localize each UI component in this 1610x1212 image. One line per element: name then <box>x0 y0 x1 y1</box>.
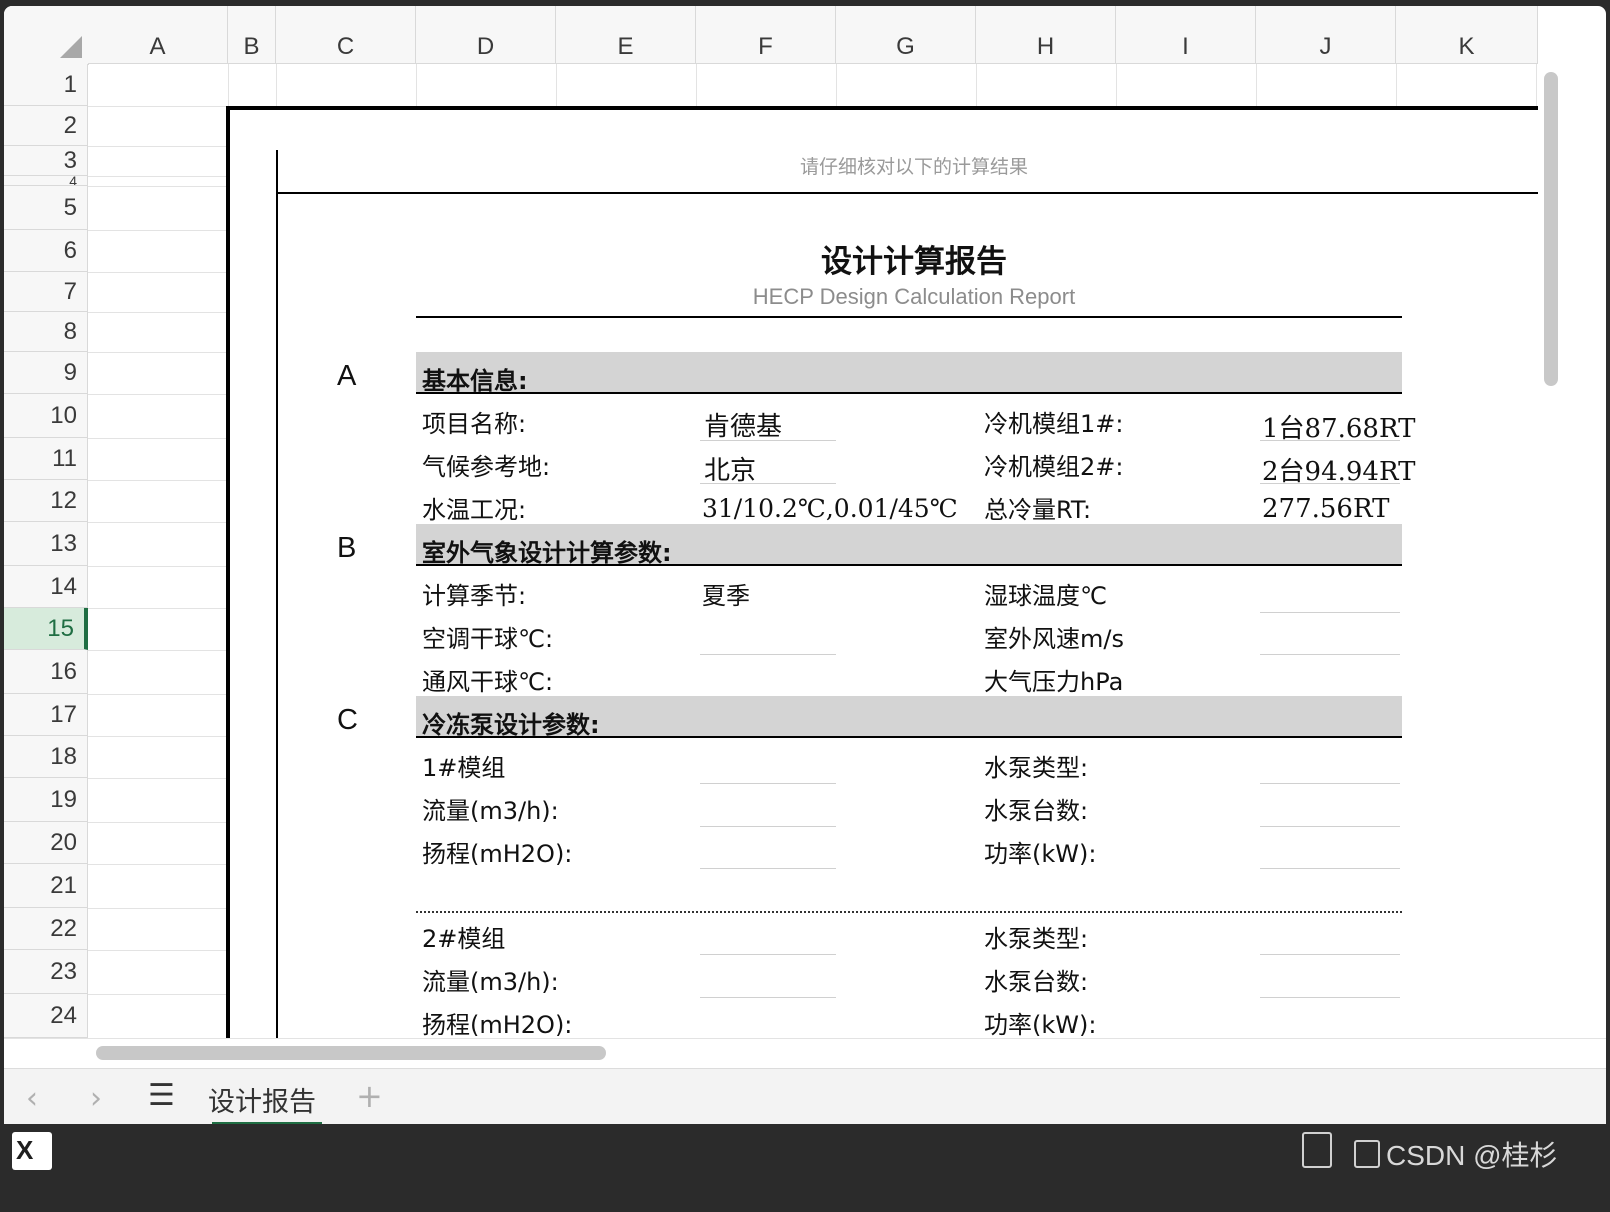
column-header-d[interactable]: D <box>416 6 556 64</box>
season-value[interactable]: 夏季 <box>702 576 750 611</box>
section-a-title: 基本信息: <box>422 367 528 395</box>
climate-label: 气候参考地: <box>422 453 551 481</box>
module2-label: 2#模组 <box>422 925 506 953</box>
report-title: 设计计算报告 <box>821 244 1007 280</box>
row-header-20[interactable]: 20 <box>4 822 88 864</box>
row-header-8[interactable]: 8 <box>4 312 88 352</box>
wind-speed-label: 室外风速m/s <box>984 625 1124 653</box>
document-download-icon[interactable] <box>1302 1132 1332 1168</box>
project-name-value[interactable]: 肯德基 <box>704 406 782 443</box>
section-a-letter: A <box>337 360 357 392</box>
taskbar <box>0 1124 1610 1212</box>
column-header-j[interactable]: J <box>1256 6 1396 64</box>
chevron-left-icon[interactable]: ‹ <box>26 1081 38 1116</box>
section-c-letter: C <box>337 704 358 736</box>
verification-hint: 请仔细核对以下的计算结果 <box>799 156 1028 178</box>
row-header-22[interactable]: 22 <box>4 908 88 950</box>
module1-label: 1#模组 <box>422 754 506 782</box>
water-temp-value[interactable]: 31/10.2℃,0.01/45℃ <box>702 494 958 523</box>
row-header-13[interactable]: 13 <box>4 522 88 566</box>
row-header-12[interactable]: 12 <box>4 480 88 522</box>
module1-flow-label: 流量(m3/h): <box>422 797 559 825</box>
row-header-19[interactable]: 19 <box>4 778 88 822</box>
module2-power-label: 功率(kW): <box>984 1011 1097 1039</box>
title-divider <box>416 316 1402 318</box>
column-header-a[interactable]: A <box>88 6 228 64</box>
section-b-letter: B <box>337 532 357 564</box>
row-header-16[interactable]: 16 <box>4 650 88 694</box>
module2-head-label: 扬程(mH2O): <box>422 1011 573 1039</box>
total-cooling-label: 总冷量RT: <box>984 496 1092 524</box>
row-header-21[interactable]: 21 <box>4 864 88 908</box>
chevron-right-icon[interactable]: › <box>90 1081 102 1116</box>
ac-dry-bulb-label: 空调干球℃: <box>422 625 554 653</box>
select-all-corner[interactable] <box>4 6 89 65</box>
excel-icon[interactable]: X <box>12 1132 52 1170</box>
row-header-17[interactable]: 17 <box>4 694 88 736</box>
column-header-e[interactable]: E <box>556 6 696 64</box>
climate-value[interactable]: 北京 <box>704 450 756 487</box>
row-header-9[interactable]: 9 <box>4 352 88 394</box>
total-cooling-value[interactable]: 277.56RT <box>1262 494 1389 524</box>
pressure-label: 大气压力hPa <box>984 668 1124 696</box>
season-label: 计算季节: <box>422 582 527 610</box>
chiller2-label: 冷机模组2#: <box>984 453 1124 481</box>
module2-pump-type-label: 水泵类型: <box>984 925 1089 953</box>
module1-pump-count-label: 水泵台数: <box>984 797 1089 825</box>
column-header-i[interactable]: I <box>1116 6 1256 64</box>
column-header-k[interactable]: K <box>1396 6 1538 64</box>
row-header-1[interactable]: 1 <box>4 64 88 106</box>
row-header-23[interactable]: 23 <box>4 950 88 994</box>
row-header-11[interactable]: 11 <box>4 438 88 480</box>
plus-icon[interactable]: + <box>356 1077 383 1115</box>
column-header-f[interactable]: F <box>696 6 836 64</box>
row-header-5[interactable]: 5 <box>4 186 88 230</box>
vertical-scroll-thumb[interactable] <box>1544 72 1558 386</box>
module2-pump-count-label: 水泵台数: <box>984 968 1089 996</box>
column-header-b[interactable]: B <box>228 6 276 64</box>
row-header-24[interactable]: 24 <box>4 994 88 1038</box>
column-header-c[interactable]: C <box>276 6 416 64</box>
row-header-10[interactable]: 10 <box>4 394 88 438</box>
module1-pump-type-label: 水泵类型: <box>984 754 1089 782</box>
row-header-2[interactable]: 2 <box>4 106 88 146</box>
water-temp-label: 水温工况: <box>422 496 527 524</box>
vent-dry-bulb-label: 通风干球℃: <box>422 668 554 696</box>
chiller1-label: 冷机模组1#: <box>984 410 1124 438</box>
module1-head-label: 扬程(mH2O): <box>422 840 573 868</box>
row-header-3[interactable]: 3 <box>4 146 88 176</box>
section-b-title: 室外气象设计计算参数: <box>422 539 672 567</box>
copy-icon[interactable] <box>1354 1140 1380 1168</box>
column-header-g[interactable]: G <box>836 6 976 64</box>
spreadsheet-window: A B C D E F G H I J K 1 2 3 4 5 6 7 8 9 … <box>4 6 1606 1156</box>
section-a-bar <box>416 352 1402 394</box>
horizontal-scroll-thumb[interactable] <box>96 1046 606 1060</box>
module-separator <box>416 911 1402 913</box>
row-header-15[interactable]: 15 <box>4 608 88 650</box>
module1-power-label: 功率(kW): <box>984 840 1097 868</box>
row-header-7[interactable]: 7 <box>4 272 88 312</box>
column-header-h[interactable]: H <box>976 6 1116 64</box>
header-divider <box>276 192 1582 194</box>
row-header-4[interactable]: 4 <box>4 176 88 186</box>
hamburger-icon[interactable]: ☰ <box>148 1078 175 1113</box>
row-header-6[interactable]: 6 <box>4 230 88 272</box>
row-header-14[interactable]: 14 <box>4 566 88 608</box>
wet-bulb-label: 湿球温度℃ <box>984 582 1107 610</box>
project-name-label: 项目名称: <box>422 410 527 438</box>
report-subtitle: HECP Design Calculation Report <box>752 284 1076 309</box>
row-header-18[interactable]: 18 <box>4 736 88 778</box>
module2-flow-label: 流量(m3/h): <box>422 968 559 996</box>
watermark: CSDN @桂杉 <box>1386 1140 1558 1171</box>
section-c-title: 冷冻泵设计参数: <box>422 711 600 739</box>
sheet-tab-design-report[interactable]: 设计报告 <box>208 1080 316 1119</box>
